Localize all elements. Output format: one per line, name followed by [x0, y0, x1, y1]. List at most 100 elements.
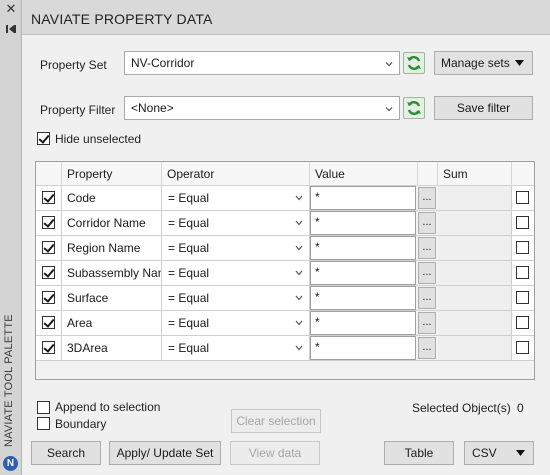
sum-checkbox-cell	[512, 311, 534, 335]
boundary-checkbox[interactable]	[37, 417, 50, 430]
property-name-cell[interactable]: 3DArea	[62, 336, 162, 360]
property-name-cell[interactable]: Corridor Name	[62, 211, 162, 235]
value-picker-button[interactable]: ...	[418, 187, 436, 209]
sum-cell	[438, 311, 512, 335]
chevron-down-icon	[295, 320, 303, 326]
value-input[interactable]: *	[310, 186, 416, 210]
value-picker-button[interactable]: ...	[418, 212, 436, 234]
row-checkbox-cell	[36, 186, 62, 210]
sum-cell	[438, 261, 512, 285]
table-row: Corridor Name = Equal * ...	[36, 211, 534, 236]
header-value[interactable]: Value	[310, 162, 418, 186]
operator-dropdown[interactable]: = Equal	[162, 261, 310, 285]
close-icon[interactable]: ✕	[5, 2, 17, 15]
row-include-checkbox[interactable]	[42, 191, 55, 204]
clear-selection-button[interactable]: Clear selection	[231, 409, 321, 433]
chevron-down-icon	[385, 107, 393, 112]
clear-selection-label: Clear selection	[236, 414, 316, 428]
sum-checkbox[interactable]	[516, 241, 529, 254]
sum-checkbox-cell	[512, 286, 534, 310]
header-sum[interactable]: Sum	[438, 162, 512, 186]
palette-title: NAVIATE TOOL PALETTE	[3, 314, 15, 447]
row-include-checkbox[interactable]	[42, 316, 55, 329]
property-set-label: Property Set	[40, 58, 107, 72]
window-title: NAVIATE PROPERTY DATA	[31, 11, 213, 27]
value-text: *	[315, 340, 320, 354]
chevron-down-icon	[295, 195, 303, 201]
row-include-checkbox[interactable]	[42, 291, 55, 304]
operator-dropdown[interactable]: = Equal	[162, 286, 310, 310]
search-button[interactable]: Search	[31, 441, 101, 465]
append-to-selection-checkbox[interactable]	[37, 401, 50, 414]
value-picker-button[interactable]: ...	[418, 337, 436, 359]
naviate-logo-icon: N	[3, 456, 18, 471]
property-set-dropdown[interactable]: NV-Corridor	[124, 51, 400, 75]
property-name-cell[interactable]: Subassembly Nan	[62, 261, 162, 285]
grid-empty-area	[36, 361, 534, 379]
manage-sets-button[interactable]: Manage sets	[434, 51, 533, 75]
value-text: *	[315, 240, 320, 254]
property-filter-value: <None>	[131, 101, 174, 115]
export-format-dropdown[interactable]: CSV	[464, 441, 534, 465]
operator-dropdown[interactable]: = Equal	[162, 236, 310, 260]
value-input[interactable]: *	[310, 236, 416, 260]
sum-checkbox-cell	[512, 236, 534, 260]
row-checkbox-cell	[36, 211, 62, 235]
save-filter-button[interactable]: Save filter	[434, 96, 533, 120]
header-operator[interactable]: Operator	[162, 162, 310, 186]
sum-checkbox[interactable]	[516, 291, 529, 304]
apply-update-set-button[interactable]: Apply/ Update Set	[109, 441, 221, 465]
manage-sets-label: Manage sets	[441, 56, 510, 70]
save-filter-label: Save filter	[456, 101, 511, 115]
operator-dropdown[interactable]: = Equal	[162, 186, 310, 210]
value-input[interactable]: *	[310, 286, 416, 310]
operator-dropdown[interactable]: = Equal	[162, 311, 310, 335]
chevron-down-icon	[295, 270, 303, 276]
view-data-button[interactable]: View data	[230, 441, 320, 465]
value-text: *	[315, 290, 320, 304]
sum-checkbox[interactable]	[516, 191, 529, 204]
sum-checkbox[interactable]	[516, 341, 529, 354]
table-row: 3DArea = Equal * ...	[36, 336, 534, 361]
value-input[interactable]: *	[310, 261, 416, 285]
property-name-cell[interactable]: Area	[62, 311, 162, 335]
value-input[interactable]: *	[310, 211, 416, 235]
value-picker-button[interactable]: ...	[418, 287, 436, 309]
table-button[interactable]: Table	[384, 441, 454, 465]
value-picker-button[interactable]: ...	[418, 237, 436, 259]
table-label: Table	[404, 446, 434, 460]
chevron-down-icon	[295, 345, 303, 351]
refresh-property-filter-button[interactable]	[403, 97, 425, 119]
sum-checkbox[interactable]	[516, 216, 529, 229]
value-picker-button[interactable]: ...	[418, 262, 436, 284]
hide-unselected-label: Hide unselected	[55, 132, 142, 146]
operator-value: = Equal	[168, 341, 210, 355]
row-checkbox-cell	[36, 336, 62, 360]
property-name-cell[interactable]: Region Name	[62, 236, 162, 260]
sum-checkbox-cell	[512, 186, 534, 210]
sum-checkbox[interactable]	[516, 266, 529, 279]
header-property[interactable]: Property	[62, 162, 162, 186]
pin-icon[interactable]	[4, 22, 18, 36]
row-include-checkbox[interactable]	[42, 241, 55, 254]
row-include-checkbox[interactable]	[42, 341, 55, 354]
operator-dropdown[interactable]: = Equal	[162, 211, 310, 235]
property-name-cell[interactable]: Surface	[62, 286, 162, 310]
row-checkbox-cell	[36, 236, 62, 260]
table-row: Area = Equal * ...	[36, 311, 534, 336]
property-filter-dropdown[interactable]: <None>	[124, 96, 400, 120]
row-include-checkbox[interactable]	[42, 266, 55, 279]
property-name-cell[interactable]: Code	[62, 186, 162, 210]
value-text: *	[315, 190, 320, 204]
operator-value: = Equal	[168, 191, 210, 205]
value-input[interactable]: *	[310, 311, 416, 335]
refresh-property-set-button[interactable]	[403, 52, 425, 74]
table-row: Surface = Equal * ...	[36, 286, 534, 311]
value-input[interactable]: *	[310, 336, 416, 360]
sum-cell	[438, 236, 512, 260]
value-picker-button[interactable]: ...	[418, 312, 436, 334]
sum-checkbox[interactable]	[516, 316, 529, 329]
row-include-checkbox[interactable]	[42, 216, 55, 229]
hide-unselected-checkbox[interactable]	[37, 132, 50, 145]
operator-dropdown[interactable]: = Equal	[162, 336, 310, 360]
